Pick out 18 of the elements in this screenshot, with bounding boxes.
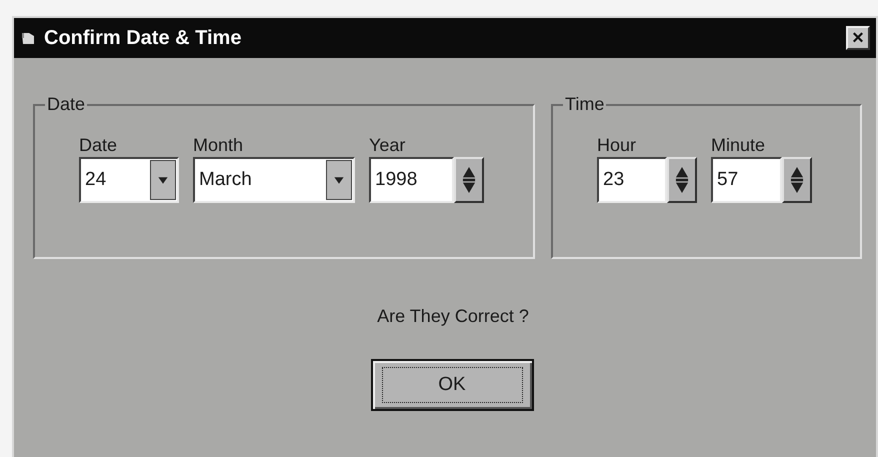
field-label: Minute xyxy=(711,134,766,156)
field-label: Hour xyxy=(597,134,636,156)
window-icon xyxy=(20,30,36,46)
spin-arrows-icon[interactable] xyxy=(667,157,697,203)
close-button[interactable]: × xyxy=(846,26,870,50)
field-label: Year xyxy=(369,134,406,156)
ok-button[interactable]: OK xyxy=(370,359,534,411)
spin-arrows-icon[interactable] xyxy=(782,157,812,203)
number-field[interactable]: 1998 xyxy=(369,157,454,203)
field-label: Date xyxy=(79,134,118,156)
field-label: Month xyxy=(193,134,244,156)
spin-arrows-icon[interactable] xyxy=(454,157,484,203)
number-field[interactable]: 57 xyxy=(711,157,782,203)
dropdown-field[interactable]: March xyxy=(193,157,355,203)
prompt-text: Are They Correct ? xyxy=(377,305,529,328)
dropdown-field[interactable]: 24 xyxy=(79,157,179,203)
window-title: Confirm Date & Time xyxy=(44,26,242,51)
number-field[interactable]: 23 xyxy=(597,157,667,203)
